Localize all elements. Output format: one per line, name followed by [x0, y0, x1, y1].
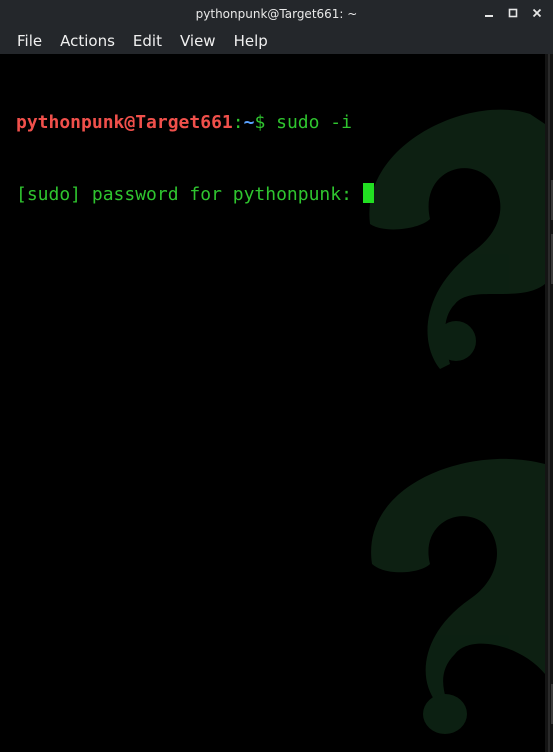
- menu-help[interactable]: Help: [225, 30, 277, 52]
- title-bar[interactable]: pythonpunk@Target661: ~: [0, 0, 553, 28]
- window-title: pythonpunk@Target661: ~: [195, 7, 358, 21]
- text-cursor: [362, 183, 374, 203]
- password-prompt: [sudo] password for pythonpunk:: [16, 184, 363, 205]
- prompt-user-host: pythonpunk@Target661: [16, 112, 233, 133]
- prompt-colon: :: [232, 112, 244, 133]
- prompt-path: ~: [243, 112, 255, 133]
- close-icon: [532, 8, 542, 18]
- command-text: sudo -i: [265, 112, 352, 133]
- command-line: pythonpunk@Target661:~$ sudo -i: [16, 111, 374, 135]
- prompt-dollar: $: [254, 112, 266, 133]
- minimize-icon: [485, 15, 493, 17]
- maximize-icon: [508, 8, 518, 18]
- maximize-button[interactable]: [505, 5, 521, 21]
- password-line: [sudo] password for pythonpunk:: [16, 183, 374, 207]
- window-controls: [481, 5, 545, 21]
- menu-edit[interactable]: Edit: [124, 30, 171, 52]
- terminal-area[interactable]: pythonpunk@Target661:~$ sudo -i [sudo] p…: [0, 54, 545, 752]
- terminal-output: pythonpunk@Target661:~$ sudo -i [sudo] p…: [16, 63, 374, 255]
- close-button[interactable]: [529, 5, 545, 21]
- minimize-button[interactable]: [481, 5, 497, 21]
- menu-actions[interactable]: Actions: [51, 30, 124, 52]
- menu-file[interactable]: File: [8, 30, 51, 52]
- scrollbar[interactable]: [545, 54, 553, 752]
- menu-bar: File Actions Edit View Help: [0, 28, 553, 54]
- scrollbar-track: [548, 54, 553, 752]
- menu-view[interactable]: View: [171, 30, 225, 52]
- terminal-window: pythonpunk@Target661: ~ File Actions Edi…: [0, 0, 553, 752]
